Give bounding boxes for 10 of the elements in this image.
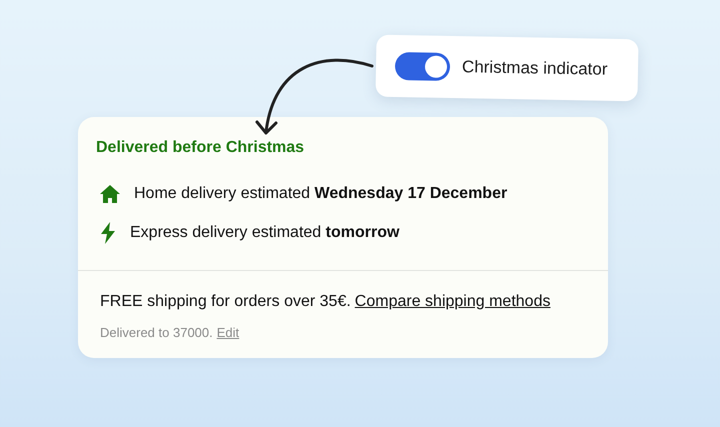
delivery-estimate: Express delivery estimated tomorrow [130,224,400,242]
compare-link[interactable]: Compare shipping methods [354,293,550,311]
house-icon [100,184,120,202]
shipping-text: FREE shipping for orders over 35€. [100,293,351,311]
address-text: Delivered to 37000. [100,325,213,340]
lightning-icon [100,222,116,244]
delivery-estimate: Home delivery estimated Wednesday 17 December [134,184,508,202]
toggle-switch[interactable] [394,52,450,81]
delivery-title: Delivered before Christmas [96,139,306,157]
toggle-label: Christmas indicator [462,57,608,80]
